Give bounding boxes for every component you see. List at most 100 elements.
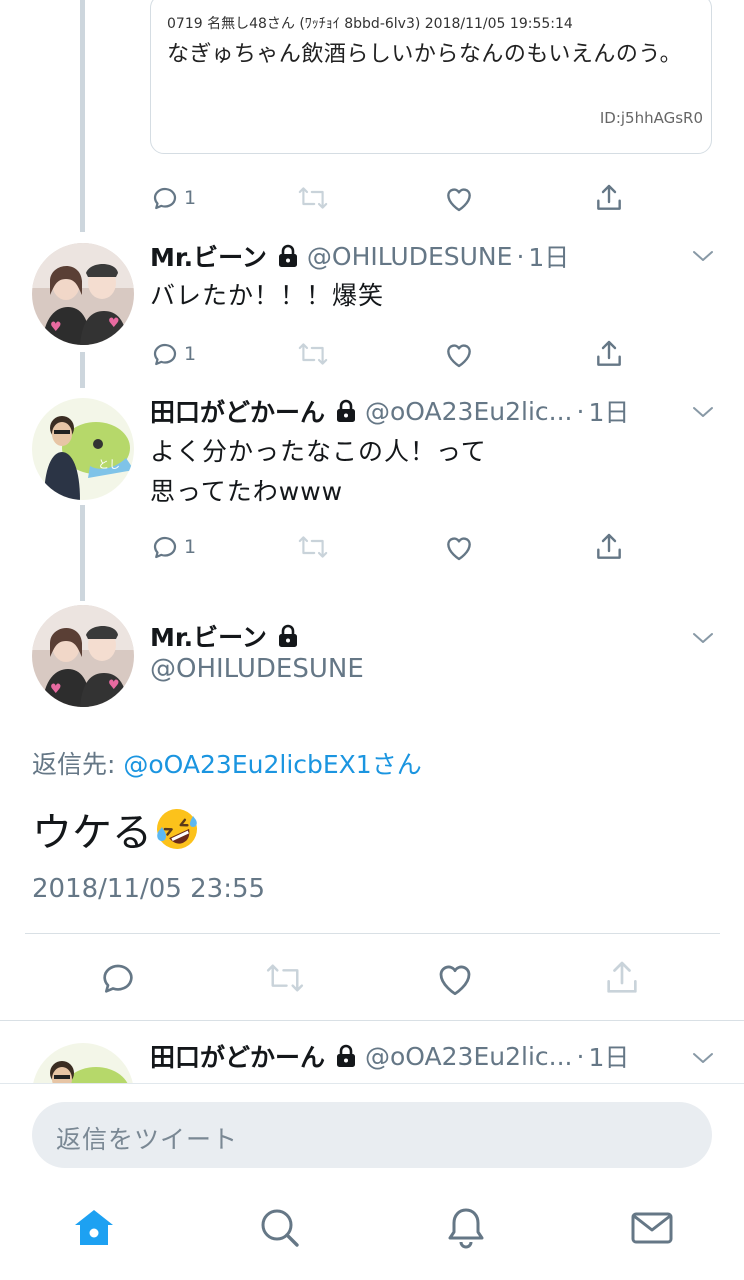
- display-name[interactable]: Mr.ビーン: [150, 618, 267, 654]
- divider: [25, 933, 720, 934]
- reply-icon: [150, 183, 180, 213]
- lock-icon: [277, 244, 299, 268]
- quoted-post-text: なぎゅちゃん飲酒らしいからなんのもいえんのう。: [167, 42, 683, 67]
- main-tweet-actions: [0, 955, 744, 1001]
- main-tweet-header: Mr.ビーン: [150, 618, 307, 654]
- tweet-actions: 1: [150, 527, 640, 567]
- share-button[interactable]: [602, 955, 642, 1001]
- retweet-icon: [262, 959, 308, 997]
- home-icon[interactable]: [70, 1204, 118, 1256]
- retweet-icon: [295, 532, 331, 562]
- like-button[interactable]: [434, 955, 476, 1001]
- retweet-button[interactable]: [262, 955, 308, 1001]
- reply-composer-placeholder: 返信をツイート: [56, 1125, 239, 1154]
- share-icon: [593, 531, 625, 563]
- reply-count: 1: [184, 343, 197, 365]
- retweet-icon: [295, 183, 331, 213]
- user-handle[interactable]: @oOA23Eu2lic...: [365, 1042, 572, 1071]
- main-tweet-text: ウケる: [32, 800, 200, 858]
- timestamp: 1日: [588, 1043, 630, 1072]
- tweet-text: よく分かったなこの人！って 思ってたわwww: [150, 432, 487, 512]
- retweet-button[interactable]: [295, 178, 331, 218]
- lock-icon: [335, 1044, 357, 1068]
- bottom-bar: 返信をツイート: [0, 1083, 744, 1280]
- reply-button[interactable]: 1: [150, 334, 196, 374]
- replying-to-link[interactable]: @oOA23Eu2licbEX1さん: [123, 750, 421, 779]
- replying-to-label: 返信先:: [32, 750, 124, 779]
- svg-text:♥: ♥: [50, 320, 62, 335]
- svg-text:♥: ♥: [108, 678, 120, 693]
- tweet-actions: 1: [150, 178, 640, 218]
- quoted-post-meta: 0719 名無し48さん (ﾜｯﾁｮｲ 8bbd-6lv3) 2018/11/0…: [167, 16, 573, 32]
- chevron-down-icon[interactable]: [690, 246, 716, 270]
- svg-text:とし: とし: [98, 458, 120, 471]
- display-name[interactable]: Mr.ビーン: [150, 238, 267, 274]
- heart-icon: [443, 532, 475, 562]
- timestamp: 1日: [528, 243, 570, 272]
- retweet-icon: [295, 339, 331, 369]
- retweet-button[interactable]: [295, 527, 331, 567]
- reply-button[interactable]: [98, 955, 138, 1001]
- tweet-header: 田口がどかーん @oOA23Eu2lic... · 1日: [150, 393, 629, 429]
- svg-text:♥: ♥: [108, 316, 120, 331]
- rofl-emoji-icon: [154, 806, 200, 852]
- chevron-down-icon[interactable]: [690, 402, 716, 426]
- tweet-text: バレたか！！！爆笑: [150, 281, 385, 310]
- tweet-header: Mr.ビーン @OHILUDESUNE · 1日: [150, 238, 569, 274]
- display-name[interactable]: 田口がどかーん: [150, 393, 325, 429]
- like-button[interactable]: [443, 334, 475, 374]
- reply-count: 1: [184, 187, 197, 209]
- share-button[interactable]: [593, 178, 625, 218]
- lock-icon: [335, 399, 357, 423]
- retweet-button[interactable]: [295, 334, 331, 374]
- separator-dot: ·: [576, 396, 585, 426]
- display-name[interactable]: 田口がどかーん: [150, 1038, 325, 1074]
- reply-count: 1: [184, 536, 197, 558]
- quoted-tweet-card[interactable]: 0719 名無し48さん (ﾜｯﾁｮｲ 8bbd-6lv3) 2018/11/0…: [150, 0, 712, 154]
- main-tweet-text-content: ウケる: [32, 810, 152, 856]
- share-button[interactable]: [593, 527, 625, 567]
- svg-text:♥: ♥: [50, 682, 62, 697]
- divider: [0, 1020, 744, 1021]
- reply-icon: [98, 958, 138, 998]
- tweet-date: 2018/11/05 23:55: [32, 874, 266, 904]
- tweet-text-line: 思ってたわwww: [150, 477, 344, 506]
- share-icon: [602, 958, 642, 998]
- tab-bar: [0, 1204, 744, 1264]
- share-icon: [593, 338, 625, 370]
- chevron-down-icon[interactable]: [690, 628, 716, 652]
- reply-button[interactable]: 1: [150, 527, 196, 567]
- messages-icon[interactable]: [628, 1204, 676, 1256]
- reply-icon: [150, 532, 180, 562]
- avatar[interactable]: とし: [32, 398, 134, 500]
- separator-dot: ·: [576, 1041, 585, 1071]
- user-handle[interactable]: @oOA23Eu2lic...: [365, 397, 572, 426]
- lock-icon: [277, 624, 299, 648]
- user-handle[interactable]: @OHILUDESUNE: [307, 242, 513, 271]
- reply-button[interactable]: 1: [150, 178, 196, 218]
- like-button[interactable]: [443, 178, 475, 218]
- heart-icon: [434, 958, 476, 998]
- thread-line: [80, 505, 85, 601]
- quoted-post-id: ID:j5hhAGsR0: [599, 109, 703, 127]
- thread-line: [80, 0, 85, 232]
- thread-line: [80, 352, 85, 388]
- heart-icon: [443, 339, 475, 369]
- tweet-text-line: よく分かったなこの人！って: [150, 437, 487, 466]
- chevron-down-icon[interactable]: [690, 1048, 716, 1072]
- share-icon: [593, 182, 625, 214]
- heart-icon: [443, 183, 475, 213]
- reply-icon: [150, 339, 180, 369]
- separator-dot: ·: [516, 241, 525, 271]
- avatar[interactable]: ♥ ♥: [32, 243, 134, 345]
- avatar[interactable]: ♥ ♥: [32, 605, 134, 707]
- search-icon[interactable]: [256, 1204, 304, 1256]
- share-button[interactable]: [593, 334, 625, 374]
- reply-composer-input[interactable]: 返信をツイート: [32, 1102, 712, 1168]
- like-button[interactable]: [443, 527, 475, 567]
- notifications-icon[interactable]: [442, 1204, 490, 1256]
- user-handle[interactable]: @OHILUDESUNE: [150, 654, 364, 684]
- replying-to: 返信先: @oOA23Eu2licbEX1さん: [32, 745, 422, 781]
- tweet-actions: 1: [150, 334, 640, 374]
- timestamp: 1日: [588, 398, 630, 427]
